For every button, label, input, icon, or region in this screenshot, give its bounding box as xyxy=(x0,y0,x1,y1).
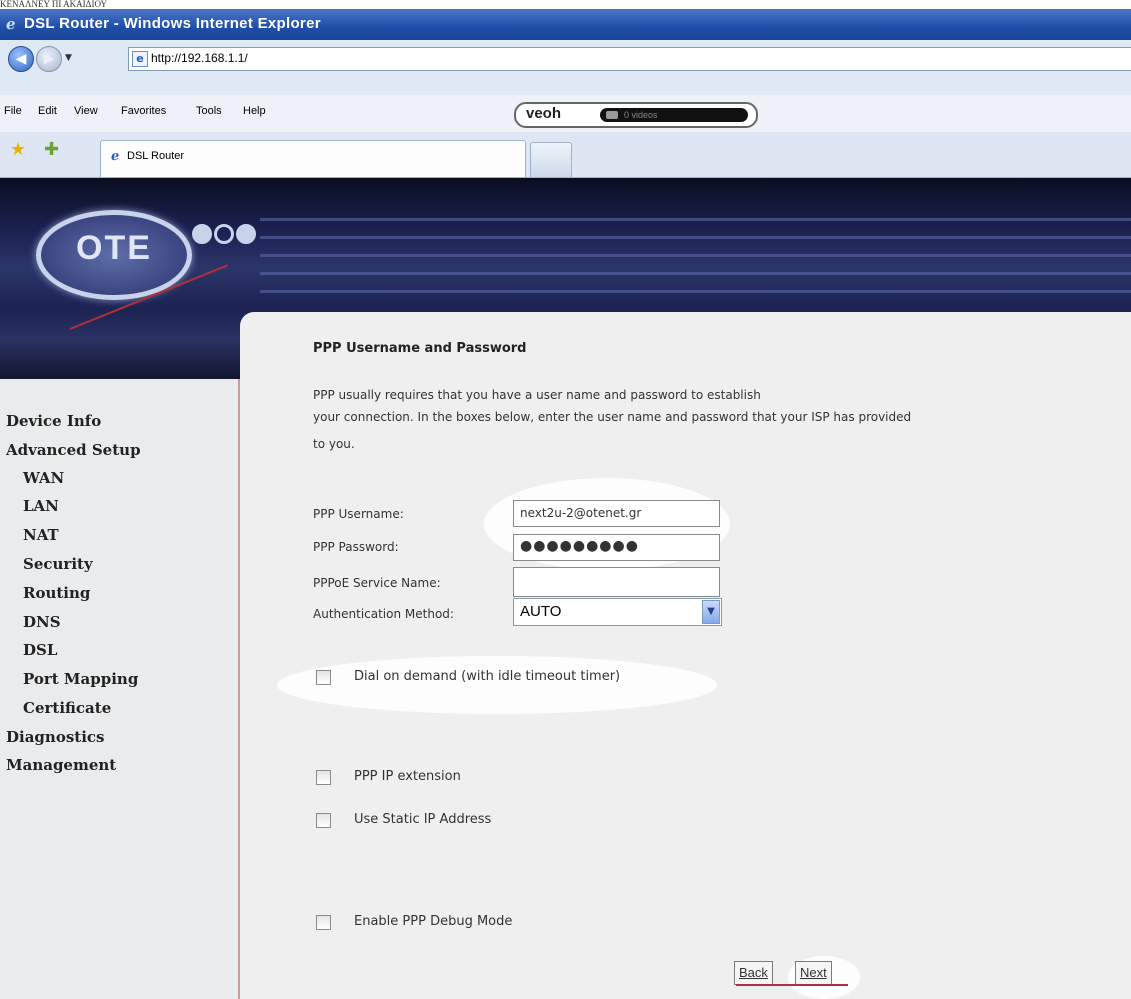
username-label: PPP Username: xyxy=(313,507,404,521)
menu-view[interactable]: View xyxy=(74,105,98,117)
veoh-videos[interactable]: 0 videos xyxy=(600,108,748,122)
page-caption: ΚΕΝΑΛΝΕΥ ΠΙ ΑΚΑΙΔΙΟΥ xyxy=(0,0,108,9)
window-titlebar: ℯ DSL Router - Windows Internet Explorer xyxy=(0,9,1131,40)
sidebar-item-diagnostics[interactable]: Diagnostics xyxy=(6,728,104,746)
debug-mode-checkbox[interactable] xyxy=(316,915,331,930)
history-dropdown-icon[interactable]: ▼ xyxy=(65,53,72,63)
tab-label: DSL Router xyxy=(127,150,185,162)
sidebar-item-lan[interactable]: LAN xyxy=(23,497,59,515)
sidebar: Device Info Advanced Setup WAN LAN NAT S… xyxy=(0,379,240,999)
menu-favorites[interactable]: Favorites xyxy=(121,105,166,117)
sidebar-item-advanced-setup[interactable]: Advanced Setup xyxy=(6,441,141,459)
sidebar-item-dns[interactable]: DNS xyxy=(23,613,61,631)
debug-mode-label: Enable PPP Debug Mode xyxy=(354,914,513,929)
back-button[interactable]: Back xyxy=(734,961,773,985)
next-button[interactable]: Next xyxy=(795,961,832,985)
static-ip-checkbox[interactable] xyxy=(316,813,331,828)
chevron-down-icon[interactable]: ▼ xyxy=(702,600,720,624)
logo-dots xyxy=(192,224,258,248)
sidebar-item-routing[interactable]: Routing xyxy=(23,584,90,602)
ote-logo: OTE xyxy=(36,210,192,300)
ie-icon: ℯ xyxy=(6,15,16,33)
menu-tools[interactable]: Tools xyxy=(196,105,222,117)
username-field[interactable]: next2u-2@otenet.gr xyxy=(513,500,720,527)
ie-page-icon: ℯ xyxy=(111,149,120,164)
menu-edit[interactable]: Edit xyxy=(38,105,57,117)
highlight-dial-on-demand xyxy=(277,656,717,714)
description-line-3: to you. xyxy=(313,437,355,451)
service-name-label: PPPoE Service Name: xyxy=(313,576,441,590)
forward-arrow-icon[interactable]: ▶ xyxy=(36,46,62,72)
sidebar-item-nat[interactable]: NAT xyxy=(23,526,59,544)
address-input[interactable]: e http://192.168.1.1/ xyxy=(128,47,1131,71)
password-label: PPP Password: xyxy=(313,540,399,554)
sidebar-item-wan[interactable]: WAN xyxy=(23,469,64,487)
menu-file[interactable]: File xyxy=(4,105,22,117)
description-text: PPP usually requires that you have a use… xyxy=(313,385,1131,456)
address-url: http://192.168.1.1/ xyxy=(151,51,248,65)
sidebar-item-certificate[interactable]: Certificate xyxy=(23,699,111,717)
sidebar-item-device-info[interactable]: Device Info xyxy=(6,412,101,430)
new-tab-button[interactable] xyxy=(530,142,572,177)
menu-help[interactable]: Help xyxy=(243,105,266,117)
veoh-toolbar[interactable]: veoh 0 videos xyxy=(514,102,758,128)
tab-dsl-router[interactable]: ℯ DSL Router xyxy=(100,140,526,177)
ppp-ip-extension-label: PPP IP extension xyxy=(354,769,461,784)
favorites-star-icon[interactable]: ★ xyxy=(10,139,26,160)
auth-method-select[interactable]: AUTO ▼ xyxy=(513,598,722,626)
description-line-2: your connection. In the boxes below, ent… xyxy=(313,409,912,424)
description-line-1: PPP usually requires that you have a use… xyxy=(313,388,761,402)
veoh-videos-label: 0 videos xyxy=(624,110,658,120)
page-title: PPP Username and Password xyxy=(313,341,527,356)
auth-method-label: Authentication Method: xyxy=(313,607,454,621)
static-ip-label: Use Static IP Address xyxy=(354,812,492,827)
ote-logo-text: OTE xyxy=(76,229,152,267)
tab-bar: ★ ✚ ℯ DSL Router xyxy=(0,132,1131,178)
veoh-logo: veoh xyxy=(526,105,562,122)
video-icon xyxy=(606,111,618,119)
auth-method-value: AUTO xyxy=(520,603,562,620)
sidebar-item-port-mapping[interactable]: Port Mapping xyxy=(23,670,138,688)
add-favorite-icon[interactable]: ✚ xyxy=(44,139,59,160)
page-icon: e xyxy=(132,51,148,67)
sidebar-item-security[interactable]: Security xyxy=(23,555,93,573)
password-field[interactable]: ●●●●●●●●● xyxy=(513,534,720,561)
ppp-ip-extension-checkbox[interactable] xyxy=(316,770,331,785)
address-bar-area: ◀ ▶ ▼ e http://192.168.1.1/ xyxy=(0,40,1131,96)
sidebar-item-management[interactable]: Management xyxy=(6,756,116,774)
back-arrow-icon[interactable]: ◀ xyxy=(8,46,34,72)
button-underline xyxy=(736,984,848,986)
service-name-field[interactable] xyxy=(513,567,720,597)
sidebar-item-dsl[interactable]: DSL xyxy=(23,641,57,659)
window-title: DSL Router - Windows Internet Explorer xyxy=(24,15,321,32)
dial-on-demand-checkbox[interactable] xyxy=(316,670,331,685)
dial-on-demand-label: Dial on demand (with idle timeout timer) xyxy=(354,669,621,684)
